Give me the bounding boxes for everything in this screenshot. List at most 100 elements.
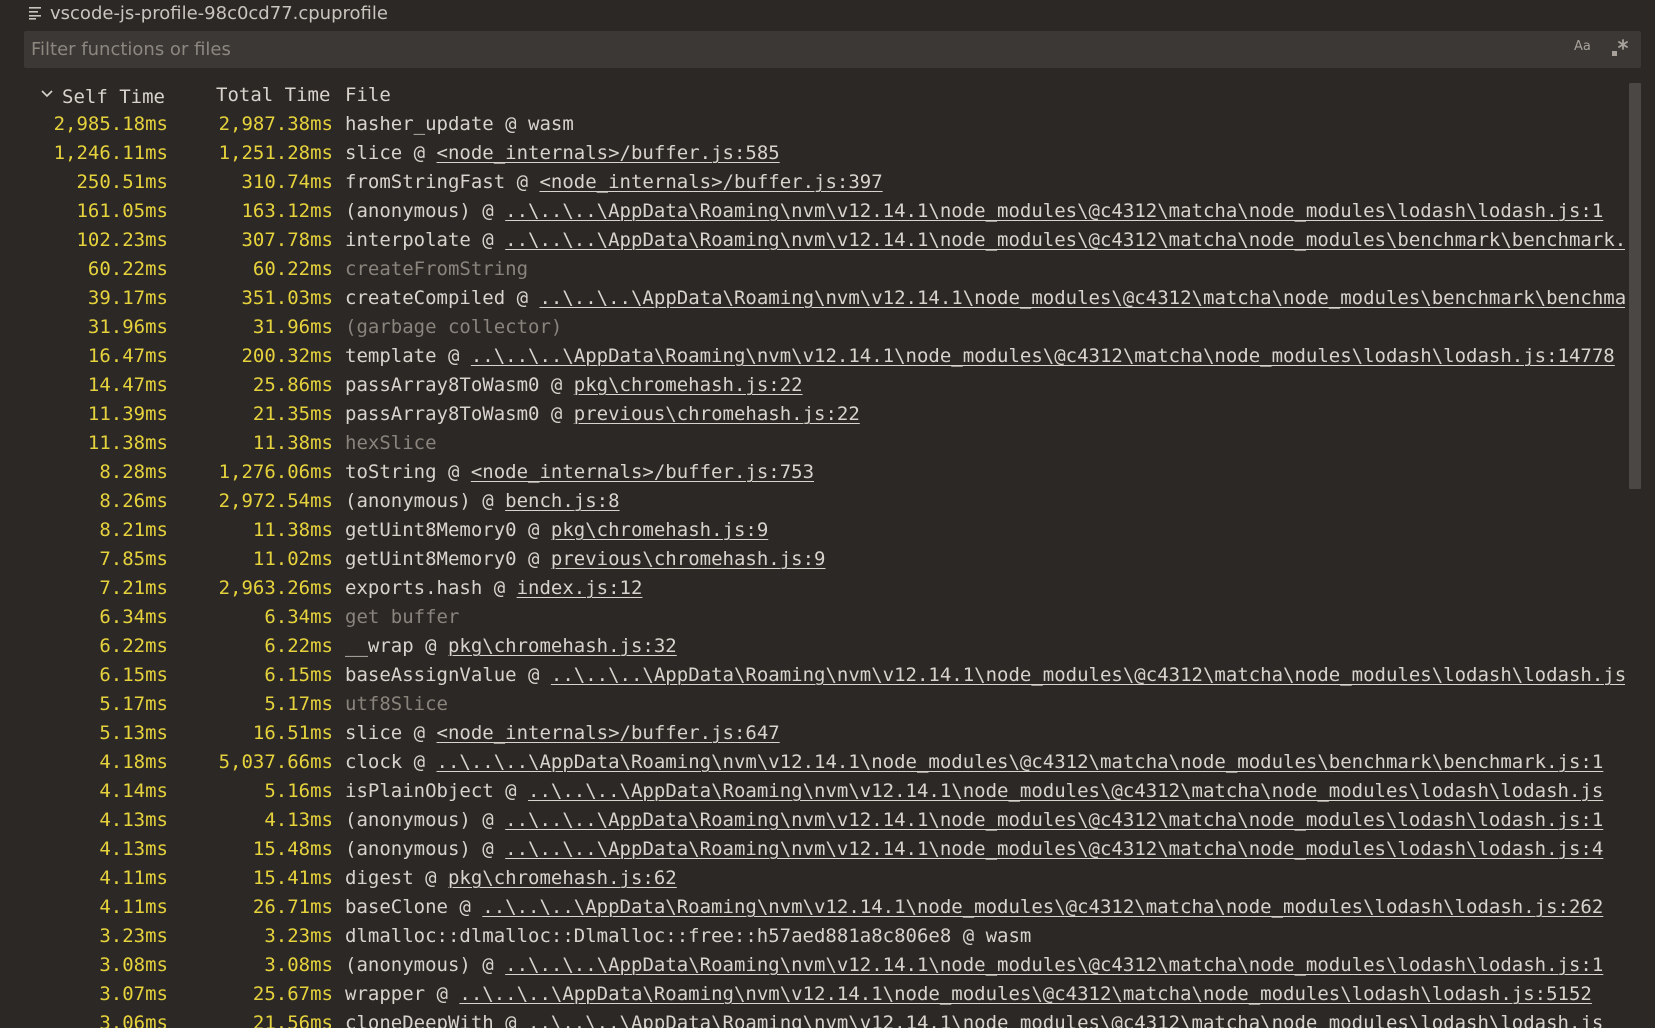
match-case-toggle[interactable]: Aa	[1574, 39, 1591, 54]
file-link[interactable]: ..\..\..\AppData\Roaming\nvm\v12.14.1\no…	[505, 954, 1603, 976]
file-cell: getUint8Memory0 @ previous\chromehash.js…	[345, 545, 1625, 574]
table-row[interactable]: 8.28ms 1,276.06ms toString @ <node_interna…	[0, 458, 1625, 487]
self-time-cell: 4.13ms	[99, 838, 168, 860]
table-row[interactable]: 250.51ms 310.74ms fromStringFast @ <node_i…	[0, 168, 1625, 197]
table-row[interactable]: 11.39ms 21.35ms passArray8ToWasm0 @ previo…	[0, 400, 1625, 429]
function-name: baseClone	[345, 896, 448, 918]
table-row[interactable]: 39.17ms 351.03ms createCompiled @ ..\..\..…	[0, 284, 1625, 313]
self-time-cell: 4.11ms	[99, 896, 168, 918]
file-link[interactable]: ..\..\..\AppData\Roaming\nvm\v12.14.1\no…	[482, 896, 1603, 918]
table-row[interactable]: 8.26ms 2,972.54ms (anonymous) @ bench.js:8	[0, 487, 1625, 516]
self-time-cell: 4.14ms	[99, 780, 168, 802]
table-row[interactable]: 5.17ms 5.17ms utf8Slice	[0, 690, 1625, 719]
file-link[interactable]: ..\..\..\AppData\Roaming\nvm\v12.14.1\no…	[471, 345, 1615, 367]
self-time-cell: 2,985.18ms	[53, 113, 168, 135]
file-link[interactable]: <node_internals>/buffer.js:397	[539, 171, 882, 193]
file-link[interactable]: <node_internals>/buffer.js:647	[437, 722, 780, 744]
table-row[interactable]: 3.23ms 3.23ms dlmalloc::dlmalloc::Dlmalloc…	[0, 922, 1625, 951]
file-cell: digest @ pkg\chromehash.js:62	[345, 864, 1625, 893]
table-row[interactable]: 60.22ms 60.22ms createFromString	[0, 255, 1625, 284]
table-row[interactable]: 161.05ms 163.12ms (anonymous) @ ..\..\..\A…	[0, 197, 1625, 226]
file-link[interactable]: bench.js:8	[505, 490, 619, 512]
file-link[interactable]: ..\..\..\AppData\Roaming\nvm\v12.14.1\no…	[437, 751, 1604, 773]
file-cell: fromStringFast @ <node_internals>/buffer…	[345, 168, 1625, 197]
table-row[interactable]: 16.47ms 200.32ms template @ ..\..\..\AppDa…	[0, 342, 1625, 371]
table-row[interactable]: 3.08ms 3.08ms (anonymous) @ ..\..\..\AppDa…	[0, 951, 1625, 980]
table-row[interactable]: 2,985.18ms 2,987.38ms hasher_update @ wasm	[0, 110, 1625, 139]
file-cell: __wrap @ pkg\chromehash.js:32	[345, 632, 1625, 661]
at-separator: @	[539, 403, 574, 425]
file-link[interactable]: <node_internals>/buffer.js:753	[471, 461, 814, 483]
table-row[interactable]: 31.96ms 31.96ms (garbage collector)	[0, 313, 1625, 342]
function-name: utf8Slice	[345, 693, 448, 715]
table-row[interactable]: 6.34ms 6.34ms get buffer	[0, 603, 1625, 632]
file-link[interactable]: ..\..\..\AppData\Roaming\nvm\v12.14.1\no…	[539, 287, 1625, 309]
table-row[interactable]: 3.06ms 21.56ms cloneDeepWith @ ..\..\..\Ap…	[0, 1009, 1625, 1028]
total-time-cell: 2,972.54ms	[218, 490, 333, 512]
column-header-total-time[interactable]: Total Time	[216, 84, 330, 106]
table-row[interactable]: 7.21ms 2,963.26ms exports.hash @ index.js:…	[0, 574, 1625, 603]
file-cell: baseClone @ ..\..\..\AppData\Roaming\nvm…	[345, 893, 1625, 922]
table-row[interactable]: 6.22ms 6.22ms __wrap @ pkg\chromehash.js:3…	[0, 632, 1625, 661]
table-row[interactable]: 4.13ms 4.13ms (anonymous) @ ..\..\..\AppDa…	[0, 806, 1625, 835]
file-link[interactable]: pkg\chromehash.js:22	[574, 374, 803, 396]
file-link[interactable]: ..\..\..\AppData\Roaming\nvm\v12.14.1\no…	[528, 780, 1603, 802]
file-cell: wrapper @ ..\..\..\AppData\Roaming\nvm\v…	[345, 980, 1625, 1009]
file-link[interactable]: index.js:12	[517, 577, 643, 599]
file-link[interactable]: ..\..\..\AppData\Roaming\nvm\v12.14.1\no…	[505, 200, 1603, 222]
table-row[interactable]: 3.07ms 25.67ms wrapper @ ..\..\..\AppData\…	[0, 980, 1625, 1009]
file-link[interactable]: ..\..\..\AppData\Roaming\nvm\v12.14.1\no…	[459, 983, 1591, 1005]
table-row[interactable]: 4.11ms 15.41ms digest @ pkg\chromehash.js:…	[0, 864, 1625, 893]
column-header-self-time[interactable]: Self Time	[62, 86, 165, 108]
total-time-cell: 200.32ms	[241, 345, 333, 367]
total-time-cell: 11.38ms	[252, 519, 333, 541]
table-row[interactable]: 5.13ms 16.51ms slice @ <node_internals>/bu…	[0, 719, 1625, 748]
table-row[interactable]: 8.21ms 11.38ms getUint8Memory0 @ pkg\chrom…	[0, 516, 1625, 545]
at-separator: @	[413, 635, 448, 657]
function-name: hasher_update	[345, 113, 494, 135]
function-name: clock	[345, 751, 403, 773]
at-separator: @	[447, 896, 483, 918]
column-header-file[interactable]: File	[345, 84, 391, 106]
file-link[interactable]: previous\chromehash.js:9	[551, 548, 826, 570]
table-row[interactable]: 6.15ms 6.15ms baseAssignValue @ ..\..\..\A…	[0, 661, 1625, 690]
file-link[interactable]: <node_internals>/buffer.js:585	[437, 142, 780, 164]
vertical-scrollbar[interactable]	[1629, 83, 1641, 489]
file-link[interactable]: ..\..\..\AppData\Roaming\nvm\v12.14.1\no…	[528, 1012, 1603, 1028]
total-time-cell: 163.12ms	[241, 200, 333, 222]
table-row[interactable]: 11.38ms 11.38ms hexSlice	[0, 429, 1625, 458]
function-name: __wrap	[345, 635, 414, 657]
table-row[interactable]: 7.85ms 11.02ms getUint8Memory0 @ previous\…	[0, 545, 1625, 574]
total-time-cell: 5.17ms	[264, 693, 333, 715]
at-separator: @	[470, 490, 506, 512]
table-row[interactable]: 14.47ms 25.86ms passArray8ToWasm0 @ pkg\ch…	[0, 371, 1625, 400]
file-cell: hexSlice	[345, 429, 1625, 458]
file-cell: passArray8ToWasm0 @ pkg\chromehash.js:22	[345, 371, 1625, 400]
table-row[interactable]: 4.13ms 15.48ms (anonymous) @ ..\..\..\AppD…	[0, 835, 1625, 864]
total-time-cell: 4.13ms	[264, 809, 333, 831]
table-row[interactable]: 1,246.11ms 1,251.28ms slice @ <node_intern…	[0, 139, 1625, 168]
file-link[interactable]: ..\..\..\AppData\Roaming\nvm\v12.14.1\no…	[505, 838, 1603, 860]
file-cell: slice @ <node_internals>/buffer.js:585	[345, 139, 1625, 168]
regex-icon[interactable]	[1610, 37, 1630, 59]
table-row[interactable]: 4.11ms 26.71ms baseClone @ ..\..\..\AppDat…	[0, 893, 1625, 922]
table-row[interactable]: 4.14ms 5.16ms isPlainObject @ ..\..\..\App…	[0, 777, 1625, 806]
total-time-cell: 25.86ms	[252, 374, 333, 396]
file-link[interactable]: previous\chromehash.js:22	[574, 403, 860, 425]
self-time-cell: 6.34ms	[99, 606, 168, 628]
file-link[interactable]: ..\..\..\AppData\Roaming\nvm\v12.14.1\no…	[505, 809, 1603, 831]
file-link[interactable]: pkg\chromehash.js:32	[448, 635, 677, 657]
function-name: slice	[345, 142, 403, 164]
file-link[interactable]: pkg\chromehash.js:9	[551, 519, 768, 541]
chevron-down-icon[interactable]	[40, 89, 54, 99]
file-link[interactable]: ..\..\..\AppData\Roaming\nvm\v12.14.1\no…	[505, 229, 1625, 251]
file-link[interactable]: ..\..\..\AppData\Roaming\nvm\v12.14.1\no…	[551, 664, 1625, 686]
at-separator: @	[470, 838, 506, 860]
table-row[interactable]: 102.23ms 307.78ms interpolate @ ..\..\..\A…	[0, 226, 1625, 255]
file-link[interactable]: pkg\chromehash.js:62	[448, 867, 677, 889]
filter-input[interactable]	[31, 33, 1561, 66]
function-name: template	[345, 345, 437, 367]
table-row[interactable]: 4.18ms 5,037.66ms clock @ ..\..\..\AppData…	[0, 748, 1625, 777]
self-time-cell: 4.11ms	[99, 867, 168, 889]
at-separator: @	[493, 113, 529, 135]
